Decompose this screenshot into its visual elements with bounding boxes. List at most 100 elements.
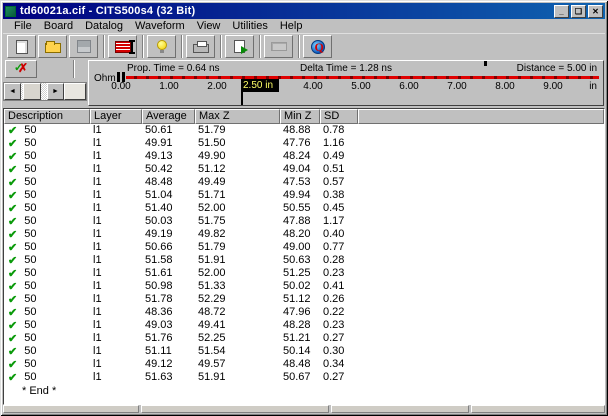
cell-description: ✔50 bbox=[4, 189, 90, 202]
description-value: 50 bbox=[24, 124, 36, 137]
cell-sd: 0.38 bbox=[320, 189, 358, 202]
cell-maxz: 51.50 bbox=[195, 137, 280, 150]
scrollbar-thumb[interactable] bbox=[23, 83, 41, 100]
table-row[interactable]: ✔50l151.0451.7149.940.38 bbox=[4, 189, 604, 202]
table-row[interactable]: ✔50l149.1249.5748.480.34 bbox=[4, 358, 604, 371]
export-report-button[interactable] bbox=[225, 35, 254, 58]
cell-layer: l1 bbox=[90, 202, 142, 215]
column-header-minz[interactable]: Min Z bbox=[280, 109, 320, 124]
check-icon: ✔ bbox=[8, 307, 17, 319]
table-row[interactable]: ✔50l151.1151.5450.140.30 bbox=[4, 345, 604, 358]
cell-average: 49.13 bbox=[142, 150, 195, 163]
restore-button[interactable]: ❏ bbox=[571, 5, 586, 18]
board-measure-button[interactable] bbox=[108, 35, 137, 58]
table-row[interactable]: ✔50l150.6151.7948.880.78 bbox=[4, 124, 604, 137]
cell-maxz: 48.72 bbox=[195, 306, 280, 319]
close-button[interactable]: ✕ bbox=[588, 5, 603, 18]
menu-item-view[interactable]: View bbox=[191, 19, 227, 33]
menu-item-file[interactable]: File bbox=[8, 19, 38, 33]
cell-maxz: 51.79 bbox=[195, 241, 280, 254]
table-row[interactable]: ✔50l150.6651.7949.000.77 bbox=[4, 241, 604, 254]
table-row[interactable]: ✔50l151.7852.2951.120.26 bbox=[4, 293, 604, 306]
table-row[interactable]: ✔50l149.1949.8248.200.40 bbox=[4, 228, 604, 241]
scroll-left-button[interactable]: ◄ bbox=[4, 83, 21, 100]
cell-average: 51.04 bbox=[142, 189, 195, 202]
menu-item-utilities[interactable]: Utilities bbox=[226, 19, 273, 33]
cell-description: ✔50 bbox=[4, 150, 90, 163]
cell-sd: 0.27 bbox=[320, 332, 358, 345]
menu-item-datalog[interactable]: Datalog bbox=[79, 19, 129, 33]
column-header-sd[interactable]: SD bbox=[320, 109, 358, 124]
table-row[interactable]: ✔50l149.0349.4148.280.23 bbox=[4, 319, 604, 332]
cell-sd: 0.49 bbox=[320, 150, 358, 163]
menu-item-waveform[interactable]: Waveform bbox=[129, 19, 191, 33]
table-row[interactable]: ✔50l151.6152.0051.250.23 bbox=[4, 267, 604, 280]
ruler-ticks: 0.001.002.004.005.006.007.008.009.00 bbox=[89, 61, 603, 105]
end-of-data-label: * End * bbox=[4, 384, 604, 398]
menu-item-board[interactable]: Board bbox=[38, 19, 79, 33]
minimize-button[interactable]: _ bbox=[554, 5, 569, 18]
menu-item-help[interactable]: Help bbox=[274, 19, 309, 33]
cell-layer: l1 bbox=[90, 280, 142, 293]
cell-maxz: 51.91 bbox=[195, 371, 280, 384]
cell-minz: 47.88 bbox=[280, 215, 320, 228]
cell-average: 51.11 bbox=[142, 345, 195, 358]
cell-sd: 0.23 bbox=[320, 267, 358, 280]
table-row[interactable]: ✔50l150.4251.1249.040.51 bbox=[4, 163, 604, 176]
column-header-layer[interactable]: Layer bbox=[90, 109, 142, 124]
description-value: 50 bbox=[24, 267, 36, 280]
table-row[interactable]: ✔50l149.1349.9048.240.49 bbox=[4, 150, 604, 163]
cell-average: 49.03 bbox=[142, 319, 195, 332]
table-row[interactable]: ✔50l150.9851.3350.020.41 bbox=[4, 280, 604, 293]
open-file-button[interactable] bbox=[38, 35, 67, 58]
title-bar[interactable]: td60021a.cif - CITS500s4 (32 Bit) _ ❏ ✕ bbox=[3, 3, 605, 19]
ruler-tick-label: 5.00 bbox=[351, 81, 370, 92]
open-file-icon bbox=[45, 43, 61, 53]
new-file-button[interactable] bbox=[7, 35, 36, 58]
app-icon bbox=[5, 6, 16, 17]
probe-cancel-icon: ✓✗ bbox=[14, 63, 28, 75]
status-panel bbox=[331, 405, 469, 413]
hint-button[interactable] bbox=[147, 35, 176, 58]
cell-maxz: 51.54 bbox=[195, 345, 280, 358]
table-row[interactable]: ✔50l151.7652.2551.210.27 bbox=[4, 332, 604, 345]
cell-sd: 0.28 bbox=[320, 254, 358, 267]
check-icon: ✔ bbox=[8, 190, 17, 202]
ruler-cursor-line[interactable] bbox=[241, 92, 243, 105]
scrollbar-page-box[interactable] bbox=[64, 83, 86, 100]
about-button[interactable]: Q bbox=[303, 35, 332, 58]
table-row[interactable]: ✔50l151.4052.0050.550.45 bbox=[4, 202, 604, 215]
cell-average: 51.40 bbox=[142, 202, 195, 215]
scroll-right-button[interactable]: ► bbox=[47, 83, 64, 100]
column-header-description[interactable]: Description bbox=[4, 109, 90, 124]
distance-ruler: Prop. Time = 0.64 ns Delta Time = 1.28 n… bbox=[88, 60, 604, 106]
scrollbar-track[interactable] bbox=[21, 83, 47, 100]
description-value: 50 bbox=[24, 202, 36, 215]
cell-sd: 0.57 bbox=[320, 176, 358, 189]
column-header-maxz[interactable]: Max Z bbox=[195, 109, 280, 124]
description-value: 50 bbox=[24, 293, 36, 306]
table-row[interactable]: ✔50l151.5851.9150.630.28 bbox=[4, 254, 604, 267]
table-row[interactable]: ✔50l148.3648.7247.960.22 bbox=[4, 306, 604, 319]
cell-minz: 47.76 bbox=[280, 137, 320, 150]
horizontal-scrollbar[interactable]: ◄ ► bbox=[3, 82, 87, 101]
table-row[interactable]: ✔50l151.6351.9150.670.27 bbox=[4, 371, 604, 384]
hint-bulb-icon bbox=[157, 40, 167, 50]
description-value: 50 bbox=[24, 358, 36, 371]
save-file-button[interactable] bbox=[69, 35, 98, 58]
cell-average: 49.91 bbox=[142, 137, 195, 150]
cell-sd: 0.51 bbox=[320, 163, 358, 176]
column-header-average[interactable]: Average bbox=[142, 109, 195, 124]
table-row[interactable]: ✔50l148.4849.4947.530.57 bbox=[4, 176, 604, 189]
cell-layer: l1 bbox=[90, 345, 142, 358]
table-row[interactable]: ✔50l150.0351.7547.881.17 bbox=[4, 215, 604, 228]
cell-average: 50.61 bbox=[142, 124, 195, 137]
cell-minz: 49.04 bbox=[280, 163, 320, 176]
column-header-filler bbox=[358, 109, 604, 124]
probe-toggle-button[interactable]: ✓✗ bbox=[5, 60, 37, 78]
description-value: 50 bbox=[24, 163, 36, 176]
ruler-cursor-readout[interactable]: 2.50 in bbox=[241, 79, 279, 92]
print-button[interactable] bbox=[186, 35, 215, 58]
check-icon: ✔ bbox=[8, 138, 17, 150]
table-row[interactable]: ✔50l149.9151.5047.761.16 bbox=[4, 137, 604, 150]
